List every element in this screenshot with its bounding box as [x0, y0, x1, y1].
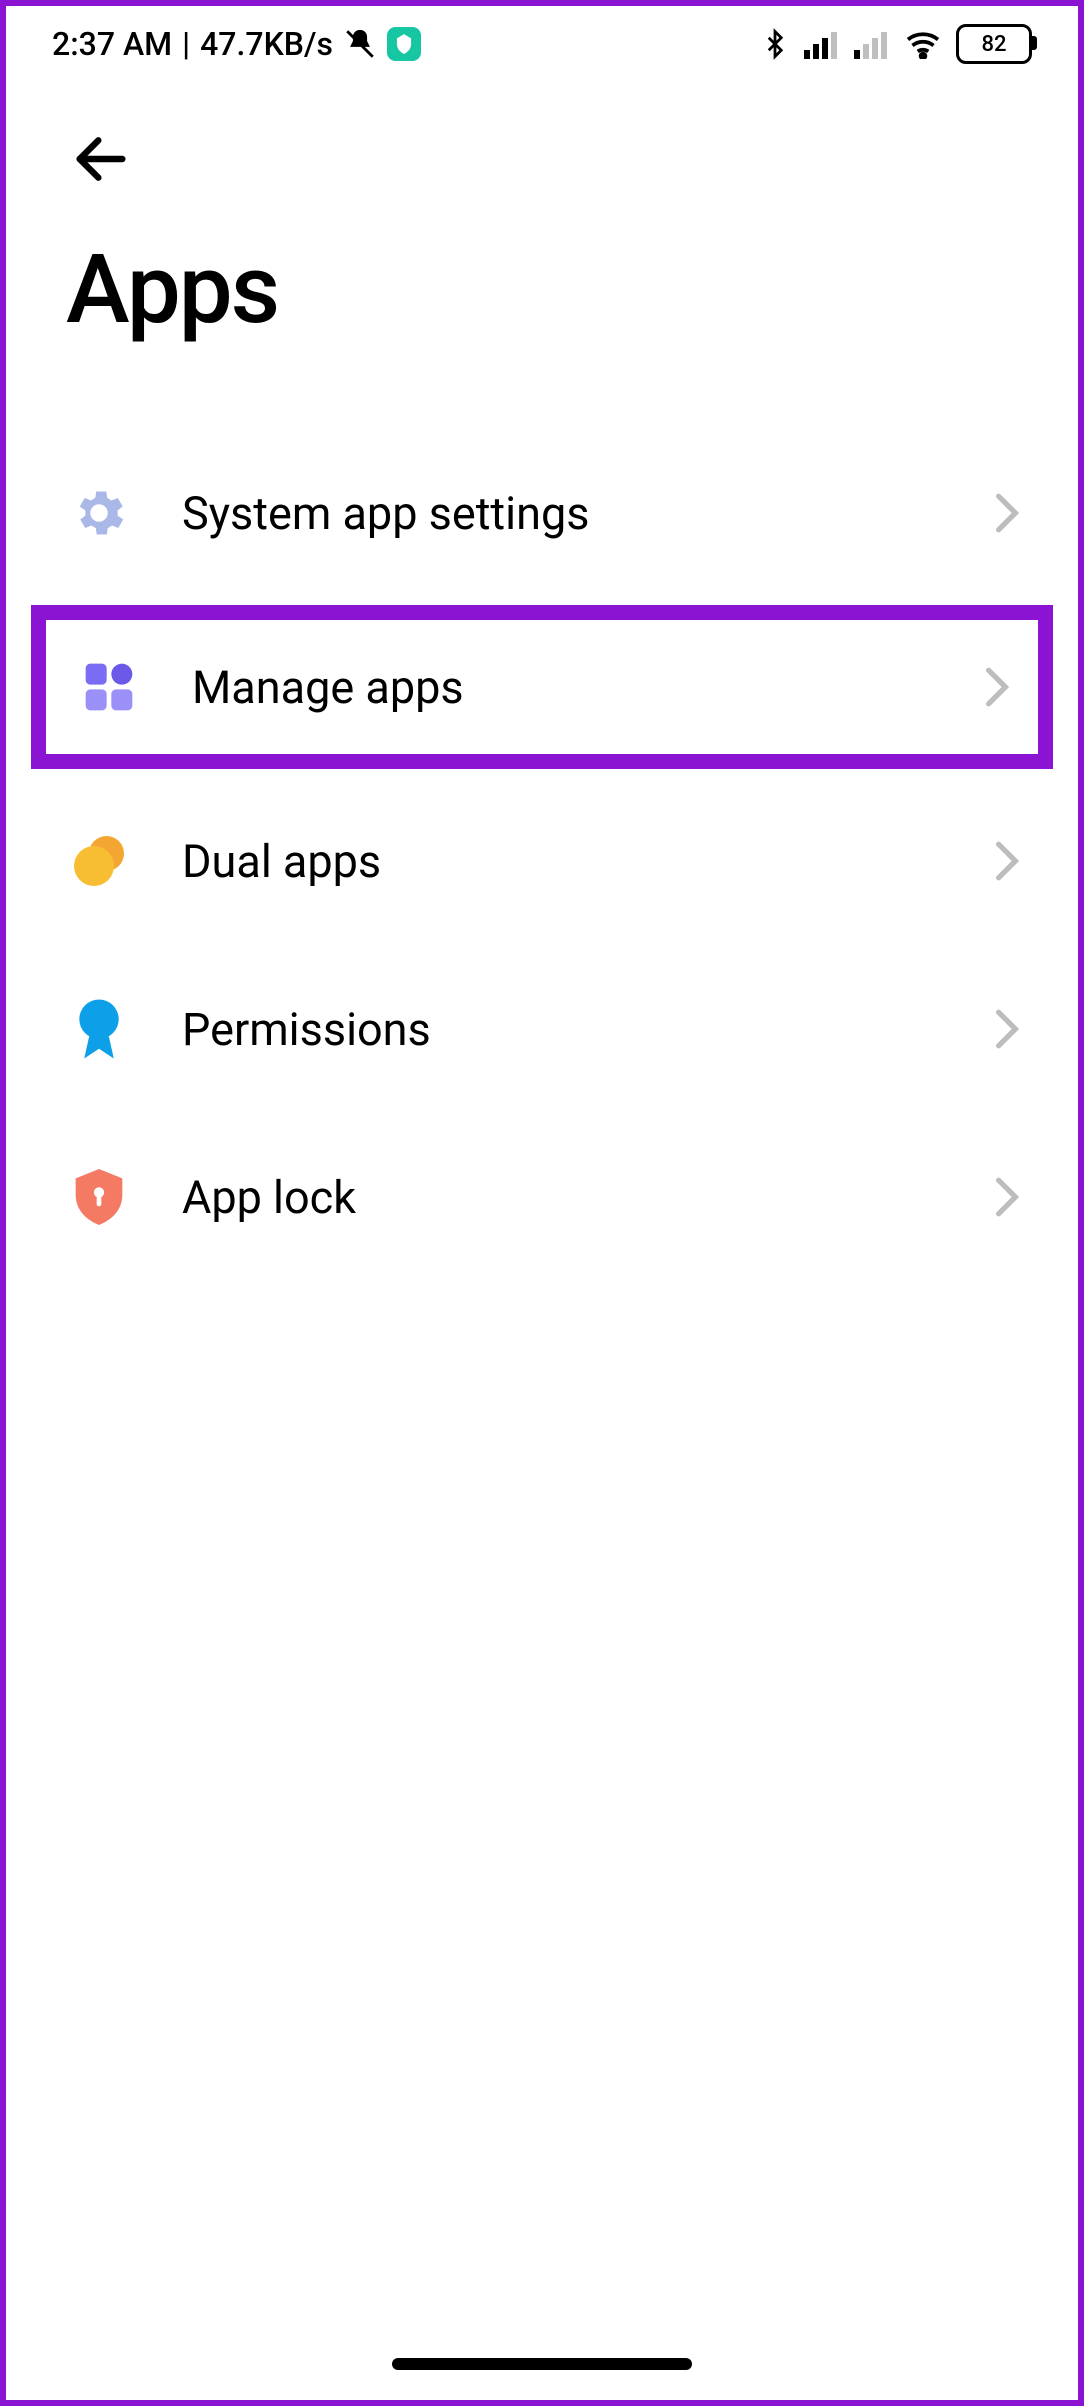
- item-system-app-settings[interactable]: System app settings: [36, 446, 1048, 580]
- award-icon: [62, 992, 136, 1066]
- status-right: 82: [760, 24, 1032, 64]
- item-label: Manage apps: [192, 661, 982, 714]
- settings-list: System app settings Manage apps Dual app…: [6, 446, 1078, 1264]
- signal-2-icon: [854, 29, 890, 59]
- battery-percent: 82: [981, 32, 1006, 57]
- header: Apps: [6, 64, 1078, 346]
- app-badge-icon: [387, 27, 421, 61]
- chevron-right-icon: [992, 1014, 1022, 1044]
- chevron-right-icon: [992, 846, 1022, 876]
- gear-icon: [62, 476, 136, 550]
- status-bar: 2:37 AM | 47.7KB/s 82: [6, 6, 1078, 64]
- wifi-icon: [904, 29, 942, 59]
- silent-icon: [343, 27, 377, 61]
- gesture-bar[interactable]: [6, 2358, 1078, 2370]
- item-permissions[interactable]: Permissions: [36, 962, 1048, 1096]
- status-net-speed: 47.7KB/s: [200, 25, 333, 63]
- chevron-right-icon: [982, 672, 1012, 702]
- shield-lock-icon: [62, 1160, 136, 1234]
- battery-indicator: 82: [956, 24, 1032, 64]
- page-title: Apps: [66, 234, 1018, 346]
- item-dual-apps[interactable]: Dual apps: [36, 794, 1048, 928]
- item-label: System app settings: [182, 487, 992, 540]
- chevron-right-icon: [992, 498, 1022, 528]
- dual-circles-icon: [62, 824, 136, 898]
- status-time: 2:37 AM: [52, 25, 172, 63]
- item-label: App lock: [182, 1171, 992, 1224]
- bluetooth-icon: [760, 26, 790, 62]
- item-app-lock[interactable]: App lock: [36, 1130, 1048, 1264]
- chevron-right-icon: [992, 1182, 1022, 1212]
- signal-1-icon: [804, 29, 840, 59]
- item-manage-apps[interactable]: Manage apps: [31, 605, 1053, 769]
- item-label: Dual apps: [182, 835, 992, 888]
- item-label: Permissions: [182, 1003, 992, 1056]
- back-button[interactable]: [66, 124, 136, 194]
- apps-grid-icon: [72, 650, 146, 724]
- status-left: 2:37 AM | 47.7KB/s: [52, 25, 421, 63]
